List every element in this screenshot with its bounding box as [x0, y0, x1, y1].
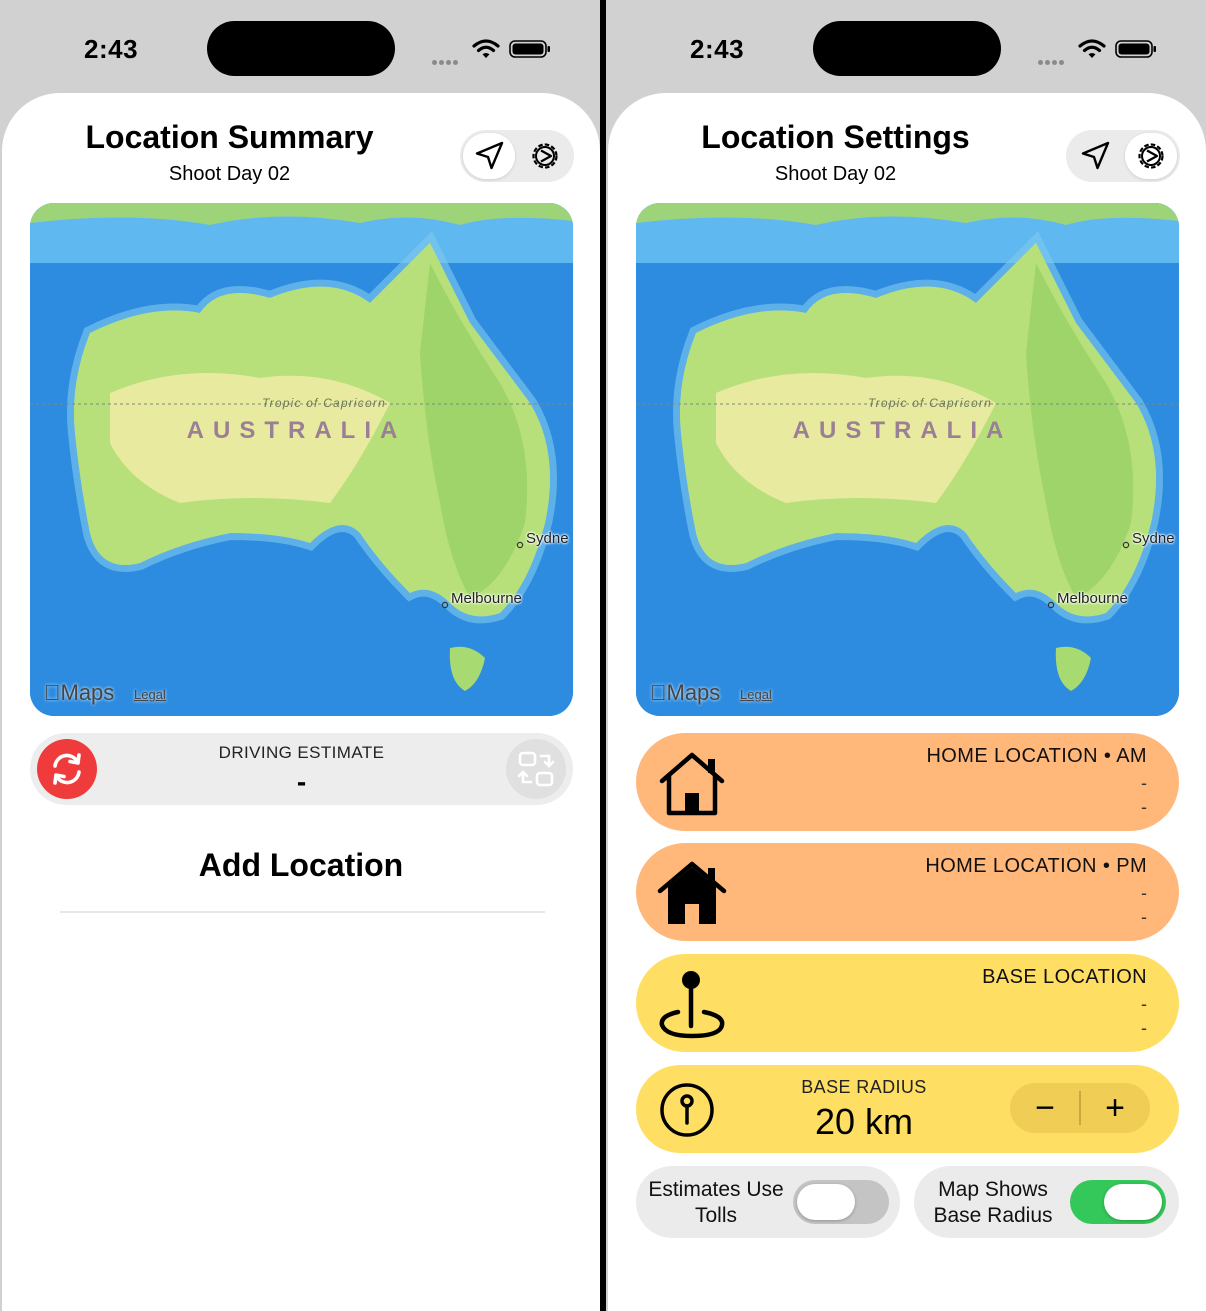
radius-icon — [660, 1083, 714, 1137]
status-time: 2:43 — [84, 34, 139, 64]
home-location-pm-card[interactable]: HOME LOCATION • PM - - — [636, 843, 1179, 941]
home-location-pm-line1: - — [1141, 883, 1147, 903]
base-location-line2: - — [1141, 1018, 1147, 1038]
location-settings-screen: 2:43 Location Settings Shoot Day 02 Trop… — [606, 0, 1206, 1311]
house-outline-icon — [659, 752, 725, 816]
driving-estimate-card: DRIVING ESTIMATE - — [30, 733, 573, 805]
map-city-label: Melbourne — [1057, 590, 1128, 607]
map-city-label: Sydne — [1132, 530, 1175, 547]
australia-map — [30, 203, 573, 716]
swap-route-button[interactable] — [506, 739, 566, 799]
summary-sheet: Location Summary Shoot Day 02 Tropic of … — [2, 93, 600, 1311]
driving-estimate-value: - — [296, 766, 307, 797]
map-pin-icon — [659, 971, 725, 1039]
location-summary-tab[interactable] — [1069, 133, 1121, 179]
tolls-toggle-card: Estimates Use Tolls — [636, 1166, 900, 1238]
dynamic-island — [813, 21, 1001, 76]
home-location-am-line2: - — [1141, 797, 1147, 817]
driving-estimate-label: DRIVING ESTIMATE — [218, 743, 385, 762]
switch-knob — [1104, 1184, 1162, 1220]
house-filled-icon — [657, 861, 727, 924]
battery-icon — [1115, 40, 1156, 58]
settings-sheet: Location Settings Shoot Day 02 Tropic of… — [608, 93, 1206, 1311]
battery-icon — [509, 40, 550, 58]
base-location-title: BASE LOCATION — [982, 966, 1147, 988]
location-settings-tab[interactable] — [1125, 133, 1177, 179]
gear-icon — [532, 143, 558, 169]
map-country-label: AUSTRALIA — [792, 417, 1013, 444]
base-location-card[interactable]: BASE LOCATION - - — [636, 954, 1179, 1052]
location-summary-screen: 2:43 Location Summary Shoot Day 02 Tropi… — [0, 0, 600, 1311]
gear-icon — [1138, 143, 1164, 169]
mode-segmented-control — [460, 130, 574, 182]
page-title: Location Summary — [85, 119, 374, 155]
home-location-am-line1: - — [1141, 773, 1147, 793]
map-view[interactable]: Tropic of Capricorn AUSTRALIA Sydne Melb… — [30, 203, 573, 716]
wifi-icon — [1078, 39, 1106, 58]
base-location-line1: - — [1141, 994, 1147, 1014]
home-location-am-title: HOME LOCATION • AM — [926, 745, 1147, 767]
status-bar: 2:43 — [606, 0, 1206, 95]
base-radius-toggle-label: Map Shows Base Radius — [933, 1178, 1053, 1227]
base-radius-stepper: − + — [1010, 1083, 1150, 1133]
maps-brand-text: Maps — [650, 680, 721, 705]
status-time: 2:43 — [690, 34, 745, 64]
base-radius-label: BASE RADIUS — [801, 1077, 927, 1097]
tolls-toggle-label: Estimates Use Tolls — [648, 1178, 784, 1227]
map-city-label: Melbourne — [451, 590, 522, 607]
increase-radius-button[interactable]: + — [1080, 1083, 1150, 1133]
maps-brand-text: Maps — [44, 680, 115, 705]
page-subtitle: Shoot Day 02 — [168, 163, 291, 185]
home-location-pm-line2: - — [1141, 907, 1147, 927]
map-legal-link[interactable]: Legal — [134, 687, 166, 702]
add-location-button[interactable]: Add Location — [2, 847, 600, 884]
map-view[interactable]: Tropic of Capricorn AUSTRALIA Sydne Melb… — [636, 203, 1179, 716]
cellular-signal-icon — [1038, 52, 1066, 70]
map-tropic-label: Tropic of Capricorn — [868, 396, 992, 410]
maps-logo: Maps — [44, 680, 114, 706]
cellular-signal-icon — [432, 52, 460, 70]
base-radius-card: BASE RADIUS 20 km − + — [636, 1065, 1179, 1153]
mode-segmented-control — [1066, 130, 1180, 182]
divider — [60, 911, 545, 913]
dynamic-island — [207, 21, 395, 76]
decrease-radius-button[interactable]: − — [1010, 1083, 1080, 1133]
map-tropic-label: Tropic of Capricorn — [262, 396, 386, 410]
home-location-am-card[interactable]: HOME LOCATION • AM - - — [636, 733, 1179, 831]
location-arrow-icon — [1081, 141, 1110, 170]
tolls-toggle-switch[interactable] — [793, 1180, 889, 1224]
home-location-pm-title: HOME LOCATION • PM — [925, 855, 1147, 877]
base-radius-value: 20 km — [814, 1101, 914, 1142]
base-radius-toggle-switch[interactable] — [1070, 1180, 1166, 1224]
maps-logo: Maps — [650, 680, 720, 706]
location-summary-tab[interactable] — [463, 133, 515, 179]
page-title: Location Settings — [701, 119, 970, 155]
map-city-label: Sydne — [526, 530, 569, 547]
swap-icon — [517, 751, 555, 787]
map-legal-link[interactable]: Legal — [740, 687, 772, 702]
status-bar: 2:43 — [0, 0, 600, 95]
location-settings-tab[interactable] — [519, 133, 571, 179]
wifi-icon — [472, 39, 500, 58]
page-subtitle: Shoot Day 02 — [774, 163, 897, 185]
base-radius-toggle-card: Map Shows Base Radius — [914, 1166, 1179, 1238]
switch-knob — [797, 1184, 855, 1220]
map-country-label: AUSTRALIA — [186, 417, 407, 444]
australia-map — [636, 203, 1179, 716]
location-arrow-icon — [475, 141, 504, 170]
